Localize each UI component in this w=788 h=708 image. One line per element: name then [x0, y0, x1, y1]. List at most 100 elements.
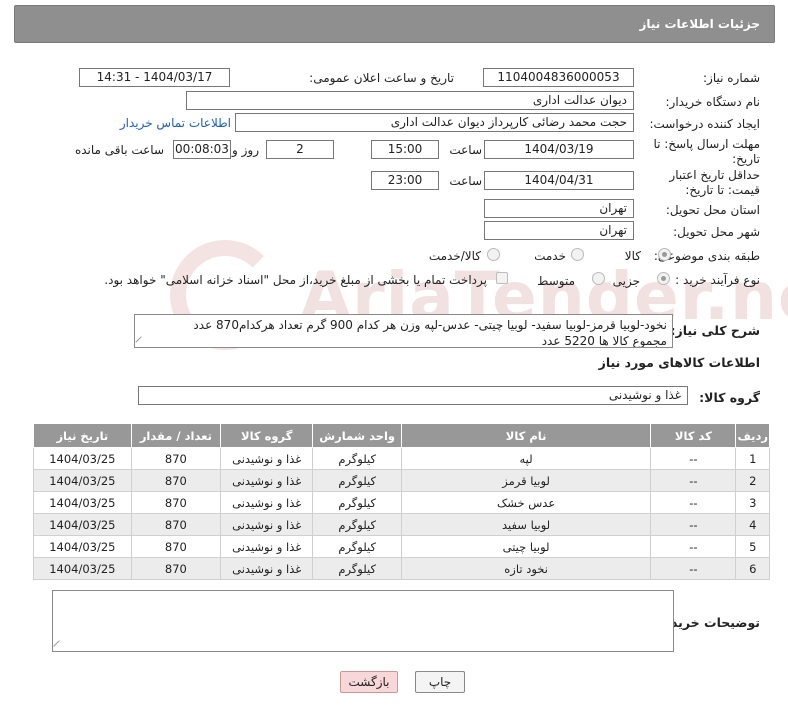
- cell-goods-group: غذا و نوشیدنی: [220, 491, 314, 514]
- requester-label: ایجاد کننده درخواست:: [649, 117, 760, 131]
- cell-need-date: 1404/03/25: [33, 447, 132, 470]
- cell-item-name: نخود تازه: [400, 557, 652, 580]
- process-radio-medium[interactable]: [592, 272, 605, 285]
- need-details-page: AriaTender.net جزئیات اطلاعات نیاز شماره…: [0, 0, 788, 708]
- buyer-contact-link[interactable]: اطلاعات تماس خریدار: [120, 116, 231, 130]
- cell-item-code: --: [650, 447, 737, 470]
- cell-quantity: 870: [130, 491, 222, 514]
- col-header-item-code: کد کالا: [650, 423, 737, 448]
- category-radio-goods-service[interactable]: [487, 248, 500, 261]
- cell-item-code: --: [650, 513, 737, 536]
- table-row: 4 -- لوبیا سفید کیلوگرم غذا و نوشیدنی 87…: [33, 513, 770, 536]
- col-header-item-name: نام کالا: [400, 423, 652, 448]
- cell-item-name: لوبیا چیتی: [400, 535, 652, 558]
- cell-quantity: 870: [130, 557, 222, 580]
- col-header-goods-group: گروه کالا: [220, 423, 314, 448]
- description-label: شرح کلی نیاز:: [670, 323, 760, 338]
- items-table: ردیف کد کالا نام کالا واحد شمارش گروه کا…: [33, 423, 770, 580]
- description-textarea[interactable]: نخود-لوبیا قرمز-لوبیا سفید- لوبیا چیتی- …: [134, 314, 673, 348]
- price-validity-label: حداقل تاریخ اعتبار قیمت: تا تاریخ:: [669, 168, 760, 197]
- deadline-date-field: 1404/03/19: [484, 140, 634, 159]
- cell-row-number: 2: [735, 469, 770, 492]
- cell-quantity: 870: [130, 469, 222, 492]
- cell-row-number: 1: [735, 447, 770, 470]
- cell-unit: کیلوگرم: [312, 513, 402, 536]
- cell-row-number: 3: [735, 491, 770, 514]
- table-row: 2 -- لوبیا قرمز کیلوگرم غذا و نوشیدنی 87…: [33, 469, 770, 492]
- description-line-2: مجموع کالا ها 5220 عدد: [541, 334, 667, 348]
- items-section-title: اطلاعات کالاهای مورد نیاز: [598, 355, 760, 370]
- cell-goods-group: غذا و نوشیدنی: [220, 469, 314, 492]
- table-row: 6 -- نخود تازه کیلوگرم غذا و نوشیدنی 870…: [33, 557, 770, 580]
- goods-group-field: غذا و نوشیدنی: [138, 386, 688, 405]
- price-validity-date-field: 1404/04/31: [484, 171, 634, 190]
- cell-item-code: --: [650, 535, 737, 558]
- cell-row-number: 5: [735, 535, 770, 558]
- buyer-org-field: دیوان عدالت اداری: [186, 91, 634, 110]
- table-row: 5 -- لوبیا چیتی کیلوگرم غذا و نوشیدنی 87…: [33, 535, 770, 558]
- cell-item-name: لوبیا سفید: [400, 513, 652, 536]
- deadline-days-field: 2: [266, 140, 334, 159]
- page-title: جزئیات اطلاعات نیاز: [639, 17, 760, 31]
- need-number-label: شماره نیاز:: [703, 71, 760, 85]
- cell-unit: کیلوگرم: [312, 447, 402, 470]
- cell-need-date: 1404/03/25: [33, 491, 132, 514]
- cell-unit: کیلوگرم: [312, 469, 402, 492]
- category-radio-goods[interactable]: [658, 248, 671, 261]
- category-radio-service[interactable]: [571, 248, 584, 261]
- cell-item-name: عدس خشک: [400, 491, 652, 514]
- deadline-days-label: روز و: [232, 143, 259, 157]
- announce-datetime-field: 1404/03/17 - 14:31: [79, 68, 230, 87]
- deadline-label: مهلت ارسال پاسخ: تا تاریخ:: [653, 137, 760, 166]
- province-field: تهران: [484, 199, 634, 218]
- buyer-org-label: نام دستگاه خریدار:: [665, 95, 761, 109]
- city-field: تهران: [484, 221, 634, 240]
- province-label: استان محل تحویل:: [665, 203, 760, 217]
- cell-goods-group: غذا و نوشیدنی: [220, 557, 314, 580]
- cell-need-date: 1404/03/25: [33, 469, 132, 492]
- cell-unit: کیلوگرم: [312, 535, 402, 558]
- price-validity-time-field: 23:00: [371, 171, 439, 190]
- remaining-time-field: 00:08:03: [173, 140, 231, 159]
- deadline-time-label: ساعت: [449, 143, 482, 157]
- back-button[interactable]: بازگشت: [340, 671, 398, 693]
- cell-need-date: 1404/03/25: [33, 557, 132, 580]
- print-button[interactable]: چاپ: [415, 671, 465, 693]
- cell-need-date: 1404/03/25: [33, 513, 132, 536]
- cell-quantity: 870: [130, 447, 222, 470]
- col-header-unit: واحد شمارش: [312, 423, 402, 448]
- process-option-minor: جزیی: [612, 274, 640, 288]
- cell-quantity: 870: [130, 513, 222, 536]
- treasury-payment-checkbox[interactable]: [496, 272, 508, 284]
- treasury-payment-note: پرداخت تمام یا بخشی از مبلغ خرید،از محل …: [104, 273, 487, 287]
- table-row: 3 -- عدس خشک کیلوگرم غذا و نوشیدنی 870 1…: [33, 491, 770, 514]
- description-line-1: نخود-لوبیا قرمز-لوبیا سفید- لوبیا چیتی- …: [193, 318, 667, 332]
- cell-item-code: --: [650, 491, 737, 514]
- category-option-goods-service: کالا/خدمت: [428, 249, 481, 263]
- goods-group-label: گروه کالا:: [699, 390, 760, 405]
- buyer-notes-textarea[interactable]: [52, 590, 674, 652]
- cell-goods-group: غذا و نوشیدنی: [220, 513, 314, 536]
- requester-field: حجت محمد رضائی کارپرداز دیوان عدالت ادار…: [235, 113, 634, 132]
- cell-goods-group: غذا و نوشیدنی: [220, 447, 314, 470]
- process-option-medium: متوسط: [537, 274, 575, 288]
- cell-need-date: 1404/03/25: [33, 535, 132, 558]
- city-label: شهر محل تحویل:: [673, 225, 760, 239]
- items-table-header-row: ردیف کد کالا نام کالا واحد شمارش گروه کا…: [33, 423, 770, 448]
- cell-item-code: --: [650, 557, 737, 580]
- cell-unit: کیلوگرم: [312, 557, 402, 580]
- cell-item-name: لوبیا قرمز: [400, 469, 652, 492]
- cell-unit: کیلوگرم: [312, 491, 402, 514]
- cell-goods-group: غذا و نوشیدنی: [220, 535, 314, 558]
- deadline-time-field: 15:00: [371, 140, 439, 159]
- cell-item-name: لپه: [400, 447, 652, 470]
- category-option-service: خدمت: [534, 249, 566, 263]
- col-header-quantity: تعداد / مقدار: [130, 423, 222, 448]
- cell-row-number: 6: [735, 557, 770, 580]
- announce-label: تاریخ و ساعت اعلان عمومی:: [309, 71, 454, 85]
- col-header-row-number: ردیف: [735, 423, 770, 448]
- cell-quantity: 870: [130, 535, 222, 558]
- table-row: 1 -- لپه کیلوگرم غذا و نوشیدنی 870 1404/…: [33, 447, 770, 470]
- process-radio-minor[interactable]: [657, 272, 670, 285]
- resize-handle-icon[interactable]: [53, 640, 65, 651]
